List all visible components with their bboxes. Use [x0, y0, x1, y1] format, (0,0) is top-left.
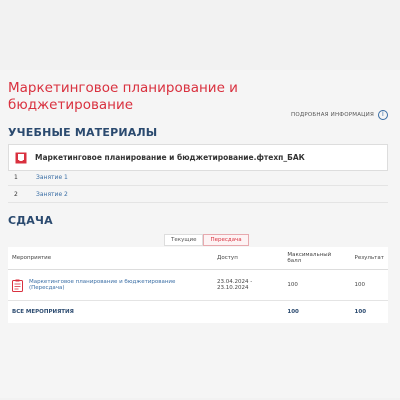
column-header-event: Мероприятие: [8, 247, 214, 270]
lesson-number: 2: [14, 190, 18, 198]
materials-file-name: Маркетинговое планирование и бюджетирова…: [35, 153, 305, 162]
lesson-link[interactable]: Занятие 1: [36, 174, 68, 181]
event-cell: Маркетинговое планирование и бюджетирова…: [8, 269, 214, 301]
lesson-number: 1: [14, 173, 18, 181]
event-link[interactable]: Маркетинговое планирование и бюджетирова…: [29, 279, 209, 291]
more-info-link[interactable]: ПОДРОБНАЯ ИНФОРМАЦИЯ i: [291, 110, 388, 120]
column-header-access: Доступ: [213, 247, 284, 270]
materials-section-title: УЧЕБНЫЕ МАТЕРИАЛЫ: [8, 126, 158, 139]
table-total-row: ВСЕ МЕРОПРИЯТИЯ 100 100: [8, 301, 388, 324]
total-max-score: 100: [287, 309, 299, 315]
exam-table: Мероприятие Доступ Максимальный балл Рез…: [8, 247, 388, 323]
tab-retake[interactable]: Пересдача: [203, 234, 249, 246]
info-icon: i: [378, 110, 388, 120]
materials-file[interactable]: Маркетинговое планирование и бюджетирова…: [8, 144, 388, 171]
course-title: Маркетинговое планирование и бюджетирова…: [8, 80, 238, 113]
column-header-result: Результат: [350, 247, 388, 270]
clipboard-icon: [12, 279, 23, 292]
exam-tabs: Текущие Пересдача: [164, 234, 249, 246]
access-cell: 23.04.2024 - 23.10.2024: [213, 269, 284, 301]
table-row: Маркетинговое планирование и бюджетирова…: [8, 269, 388, 301]
list-item: 2 Занятие 2: [8, 186, 388, 203]
total-access-cell: [213, 301, 283, 324]
list-item: 1 Занятие 1: [8, 169, 388, 186]
more-info-label: ПОДРОБНАЯ ИНФОРМАЦИЯ: [291, 112, 374, 118]
tab-current[interactable]: Текущие: [164, 234, 204, 246]
lesson-list: 1 Занятие 1 2 Занятие 2: [8, 169, 388, 203]
course-page: Маркетинговое планирование и бюджетирова…: [0, 70, 400, 398]
exam-section-title: СДАЧА: [8, 214, 53, 227]
book-icon: [15, 152, 27, 163]
lesson-link[interactable]: Занятие 2: [36, 191, 68, 198]
max-score-cell: 100: [283, 269, 351, 301]
result-cell: 100: [350, 269, 388, 301]
total-label: ВСЕ МЕРОПРИЯТИЯ: [12, 309, 74, 315]
column-header-max-score: Максимальный балл: [283, 247, 351, 270]
course-header: Маркетинговое планирование и бюджетирова…: [8, 80, 392, 120]
total-result: 100: [354, 309, 367, 315]
table-header-row: Мероприятие Доступ Максимальный балл Рез…: [8, 247, 388, 270]
